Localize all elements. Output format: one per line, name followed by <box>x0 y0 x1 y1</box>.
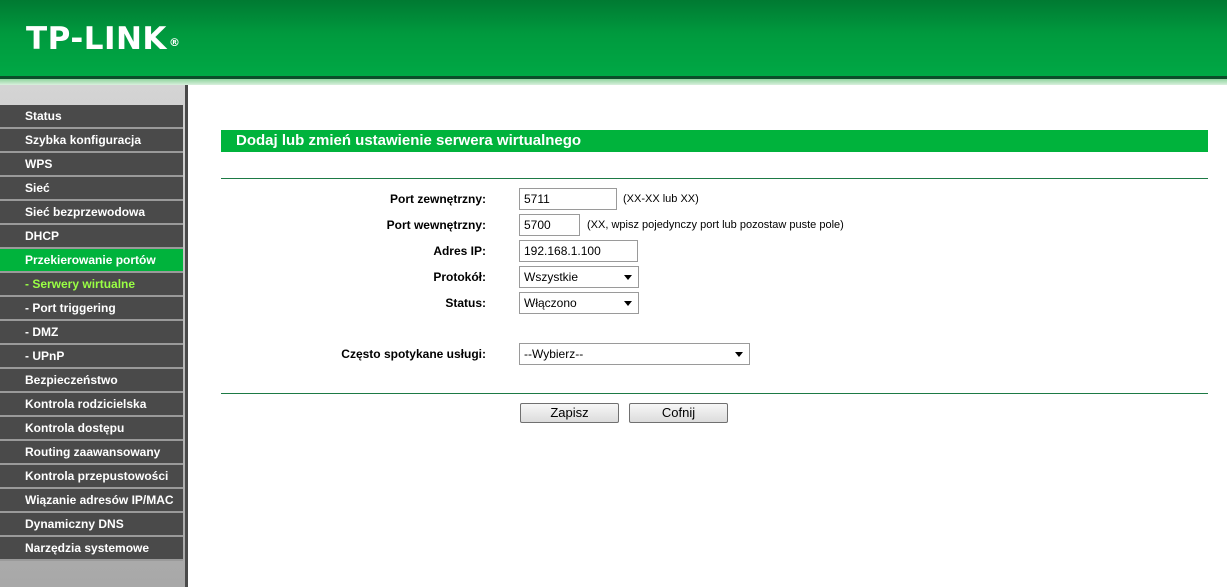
internal-port-input[interactable] <box>519 214 580 236</box>
sidebar-item-status[interactable]: Status <box>0 105 183 129</box>
sidebar-item-upnp[interactable]: - UPnP <box>0 345 183 369</box>
sidebar-item-quick-setup[interactable]: Szybka konfiguracja <box>0 129 183 153</box>
chevron-down-icon <box>624 301 632 306</box>
common-services-select[interactable]: --Wybierz-- <box>519 343 750 365</box>
sidebar-item-bandwidth-control[interactable]: Kontrola przepustowości <box>0 465 183 489</box>
internal-port-label: Port wewnętrzny: <box>386 218 486 232</box>
external-port-input[interactable] <box>519 188 617 210</box>
status-value: Włączono <box>524 296 577 310</box>
sidebar-item-ip-mac-binding[interactable]: Wiązanie adresów IP/MAC <box>0 489 183 513</box>
tp-link-logo: TP-LINK ® <box>26 19 180 59</box>
ip-address-label: Adres IP: <box>433 244 486 258</box>
external-port-hint: (XX-XX lub XX) <box>623 193 699 205</box>
sidebar-item-dynamic-dns[interactable]: Dynamiczny DNS <box>0 513 183 537</box>
logo-text: TP-LINK <box>26 21 167 57</box>
sidebar-item-wps[interactable]: WPS <box>0 153 183 177</box>
header: TP-LINK ® <box>0 0 1227 76</box>
registered-mark: ® <box>168 36 181 49</box>
sidebar-item-security[interactable]: Bezpieczeństwo <box>0 369 183 393</box>
protocol-value: Wszystkie <box>524 270 578 284</box>
protocol-select[interactable]: Wszystkie <box>519 266 639 288</box>
sidebar-item-dmz[interactable]: - DMZ <box>0 321 183 345</box>
divider-bottom <box>221 393 1208 394</box>
status-label: Status: <box>445 296 486 310</box>
sidebar-border <box>185 85 188 587</box>
sidebar-menu: Status Szybka konfiguracja WPS Sieć Sieć… <box>0 105 183 561</box>
divider-top <box>221 178 1208 179</box>
back-button[interactable]: Cofnij <box>629 403 728 423</box>
protocol-label: Protokół: <box>433 270 486 284</box>
sidebar-item-system-tools[interactable]: Narzędzia systemowe <box>0 537 183 561</box>
chevron-down-icon <box>735 352 743 357</box>
common-services-label: Często spotykane usługi: <box>341 347 486 361</box>
save-button[interactable]: Zapisz <box>520 403 619 423</box>
page-title: Dodaj lub zmień ustawienie serwera wirtu… <box>221 130 1208 152</box>
common-services-value: --Wybierz-- <box>524 347 584 361</box>
sidebar-item-network[interactable]: Sieć <box>0 177 183 201</box>
status-select[interactable]: Włączono <box>519 292 639 314</box>
sidebar-item-access-control[interactable]: Kontrola dostępu <box>0 417 183 441</box>
sidebar-item-advanced-routing[interactable]: Routing zaawansowany <box>0 441 183 465</box>
chevron-down-icon <box>624 275 632 280</box>
sidebar-item-parental-control[interactable]: Kontrola rodzicielska <box>0 393 183 417</box>
external-port-label: Port zewnętrzny: <box>389 192 486 206</box>
sidebar-item-forwarding[interactable]: Przekierowanie portów <box>0 249 183 273</box>
sidebar: Status Szybka konfiguracja WPS Sieć Sieć… <box>0 85 185 587</box>
internal-port-hint: (XX, wpisz pojedynczy port lub pozostaw … <box>587 219 844 231</box>
sidebar-item-wireless[interactable]: Sieć bezprzewodowa <box>0 201 183 225</box>
sidebar-item-port-triggering[interactable]: - Port triggering <box>0 297 183 321</box>
sidebar-item-dhcp[interactable]: DHCP <box>0 225 183 249</box>
sidebar-item-virtual-servers[interactable]: - Serwery wirtualne <box>0 273 183 297</box>
ip-address-input[interactable] <box>519 240 638 262</box>
